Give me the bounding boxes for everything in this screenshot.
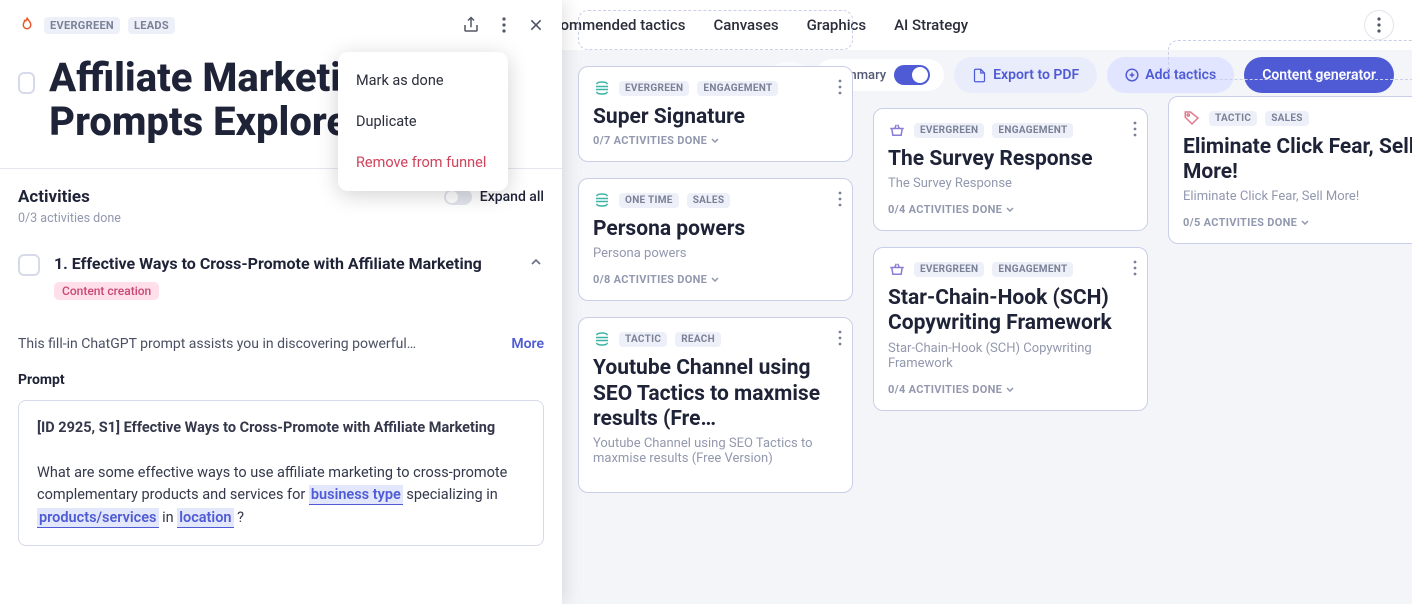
fire-icon — [18, 16, 36, 34]
drawer-header: EVERGREEN LEADS — [0, 0, 562, 50]
drawer-menu-button[interactable] — [502, 17, 506, 33]
tactic-card[interactable]: TACTIC SALES Eliminate Click Fear, Sell … — [1168, 96, 1412, 244]
basket-icon — [888, 260, 906, 278]
card-title: Star-Chain-Hook (SCH) Copywriting Framew… — [888, 286, 1133, 336]
prompt-text: in — [159, 509, 178, 526]
card-title: Youtube Channel using SEO Tactics to max… — [593, 356, 838, 432]
card-title: Super Signature — [593, 105, 838, 130]
activity-title: 1. Effective Ways to Cross-Promote with … — [54, 254, 514, 273]
board-column: TACTIC SALES Eliminate Click Fear, Sell … — [1168, 100, 1412, 604]
tag: ENGAGEMENT — [992, 123, 1073, 138]
card-subtitle: Persona powers — [593, 246, 838, 261]
card-title: Persona powers — [593, 217, 838, 242]
activity-chip: Content creation — [54, 282, 159, 300]
share-icon[interactable] — [462, 16, 480, 34]
basket-icon — [888, 121, 906, 139]
tag: SALES — [687, 193, 731, 208]
export-pdf-button[interactable]: Export to PDF — [954, 57, 1097, 93]
chevron-up-icon[interactable] — [528, 254, 544, 270]
card-status[interactable]: 0/4 ACTIVITIES DONE — [888, 203, 1133, 216]
summary-switch[interactable] — [894, 65, 930, 85]
prompt-title: [ID 2925, S1] Effective Ways to Cross-Pr… — [37, 419, 495, 436]
card-menu-button[interactable] — [838, 79, 842, 95]
activity-item: 1. Effective Ways to Cross-Promote with … — [0, 240, 562, 314]
tag: ENGAGEMENT — [697, 81, 778, 96]
prompt-label: Prompt — [18, 372, 544, 388]
file-icon — [972, 68, 987, 83]
tactic-card[interactable]: ONE TIME SALES Persona powers Persona po… — [578, 178, 853, 301]
task-checkbox[interactable] — [18, 72, 35, 94]
menu-mark-done[interactable]: Mark as done — [338, 60, 508, 101]
activities-heading: Activities — [18, 187, 90, 207]
tag: ENGAGEMENT — [992, 262, 1073, 277]
card-subtitle: Youtube Channel using SEO Tactics to max… — [593, 436, 838, 466]
activity-description: This fill-in ChatGPT prompt assists you … — [18, 336, 499, 352]
tag: REACH — [675, 332, 721, 347]
pricetag-icon — [1183, 109, 1201, 127]
expand-all-switch[interactable] — [444, 189, 472, 205]
card-menu-button[interactable] — [838, 330, 842, 346]
context-menu: Mark as done Duplicate Remove from funne… — [338, 52, 508, 191]
tag: EVERGREEN — [914, 262, 984, 277]
burger-icon — [593, 330, 611, 348]
menu-remove[interactable]: Remove from funnel — [338, 142, 508, 183]
board-column: EVERGREEN ENGAGEMENT Super Signature 0/7… — [578, 100, 853, 604]
variable-business-type[interactable]: business type — [309, 485, 403, 505]
card-menu-button[interactable] — [838, 191, 842, 207]
prompt-text: ? — [234, 509, 244, 526]
variable-location[interactable]: location — [177, 508, 233, 528]
activities-subtitle: 0/3 activities done — [0, 211, 562, 240]
card-subtitle: Eliminate Click Fear, Sell More! — [1183, 189, 1412, 204]
tag: EVERGREEN — [619, 81, 689, 96]
variable-products-services[interactable]: products/services — [37, 508, 159, 528]
tag: SALES — [1265, 111, 1309, 126]
card-placeholder — [578, 10, 853, 50]
card-status[interactable]: 0/7 ACTIVITIES DONE — [593, 134, 838, 147]
expand-all-label: Expand all — [480, 189, 544, 205]
tag: ONE TIME — [619, 193, 679, 208]
drawer-tag: LEADS — [128, 17, 175, 34]
burger-icon — [593, 79, 611, 97]
tactic-card[interactable]: EVERGREEN ENGAGEMENT Super Signature 0/7… — [578, 66, 853, 162]
card-menu-button[interactable] — [1133, 121, 1137, 137]
plus-icon — [1125, 68, 1139, 82]
tag: EVERGREEN — [914, 123, 984, 138]
prompt-text: specializing in — [403, 486, 498, 503]
board-column: EVERGREEN ENGAGEMENT The Survey Response… — [873, 100, 1148, 604]
card-menu-button[interactable] — [1133, 260, 1137, 276]
drawer-tag: EVERGREEN — [44, 17, 120, 34]
card-title: The Survey Response — [888, 147, 1133, 172]
menu-duplicate[interactable]: Duplicate — [338, 101, 508, 142]
tag: TACTIC — [619, 332, 667, 347]
card-status[interactable]: 0/5 ACTIVITIES DONE — [1183, 216, 1412, 229]
card-status[interactable]: 0/4 ACTIVITIES DONE — [888, 383, 1133, 396]
card-subtitle: Star-Chain-Hook (SCH) Copywriting Framew… — [888, 341, 1133, 371]
tactic-card[interactable]: EVERGREEN ENGAGEMENT Star-Chain-Hook (SC… — [873, 247, 1148, 410]
activity-checkbox[interactable] — [18, 254, 40, 276]
card-status[interactable]: 0/8 ACTIVITIES DONE — [593, 273, 838, 286]
tab-item[interactable]: AI Strategy — [894, 16, 968, 34]
tactic-card[interactable]: EVERGREEN ENGAGEMENT The Survey Response… — [873, 108, 1148, 231]
card-title: Eliminate Click Fear, Sell More! — [1183, 135, 1412, 185]
card-subtitle: The Survey Response — [888, 176, 1133, 191]
more-link[interactable]: More — [511, 336, 544, 352]
prompt-box[interactable]: [ID 2925, S1] Effective Ways to Cross-Pr… — [18, 400, 544, 546]
card-placeholder — [1168, 40, 1412, 80]
page-menu-button[interactable] — [1364, 10, 1394, 40]
burger-icon — [593, 191, 611, 209]
tactic-card[interactable]: TACTIC REACH Youtube Channel using SEO T… — [578, 317, 853, 493]
close-icon[interactable] — [528, 17, 544, 33]
tag: TACTIC — [1209, 111, 1257, 126]
kanban-board: EVERGREEN ENGAGEMENT Super Signature 0/7… — [560, 100, 1412, 604]
